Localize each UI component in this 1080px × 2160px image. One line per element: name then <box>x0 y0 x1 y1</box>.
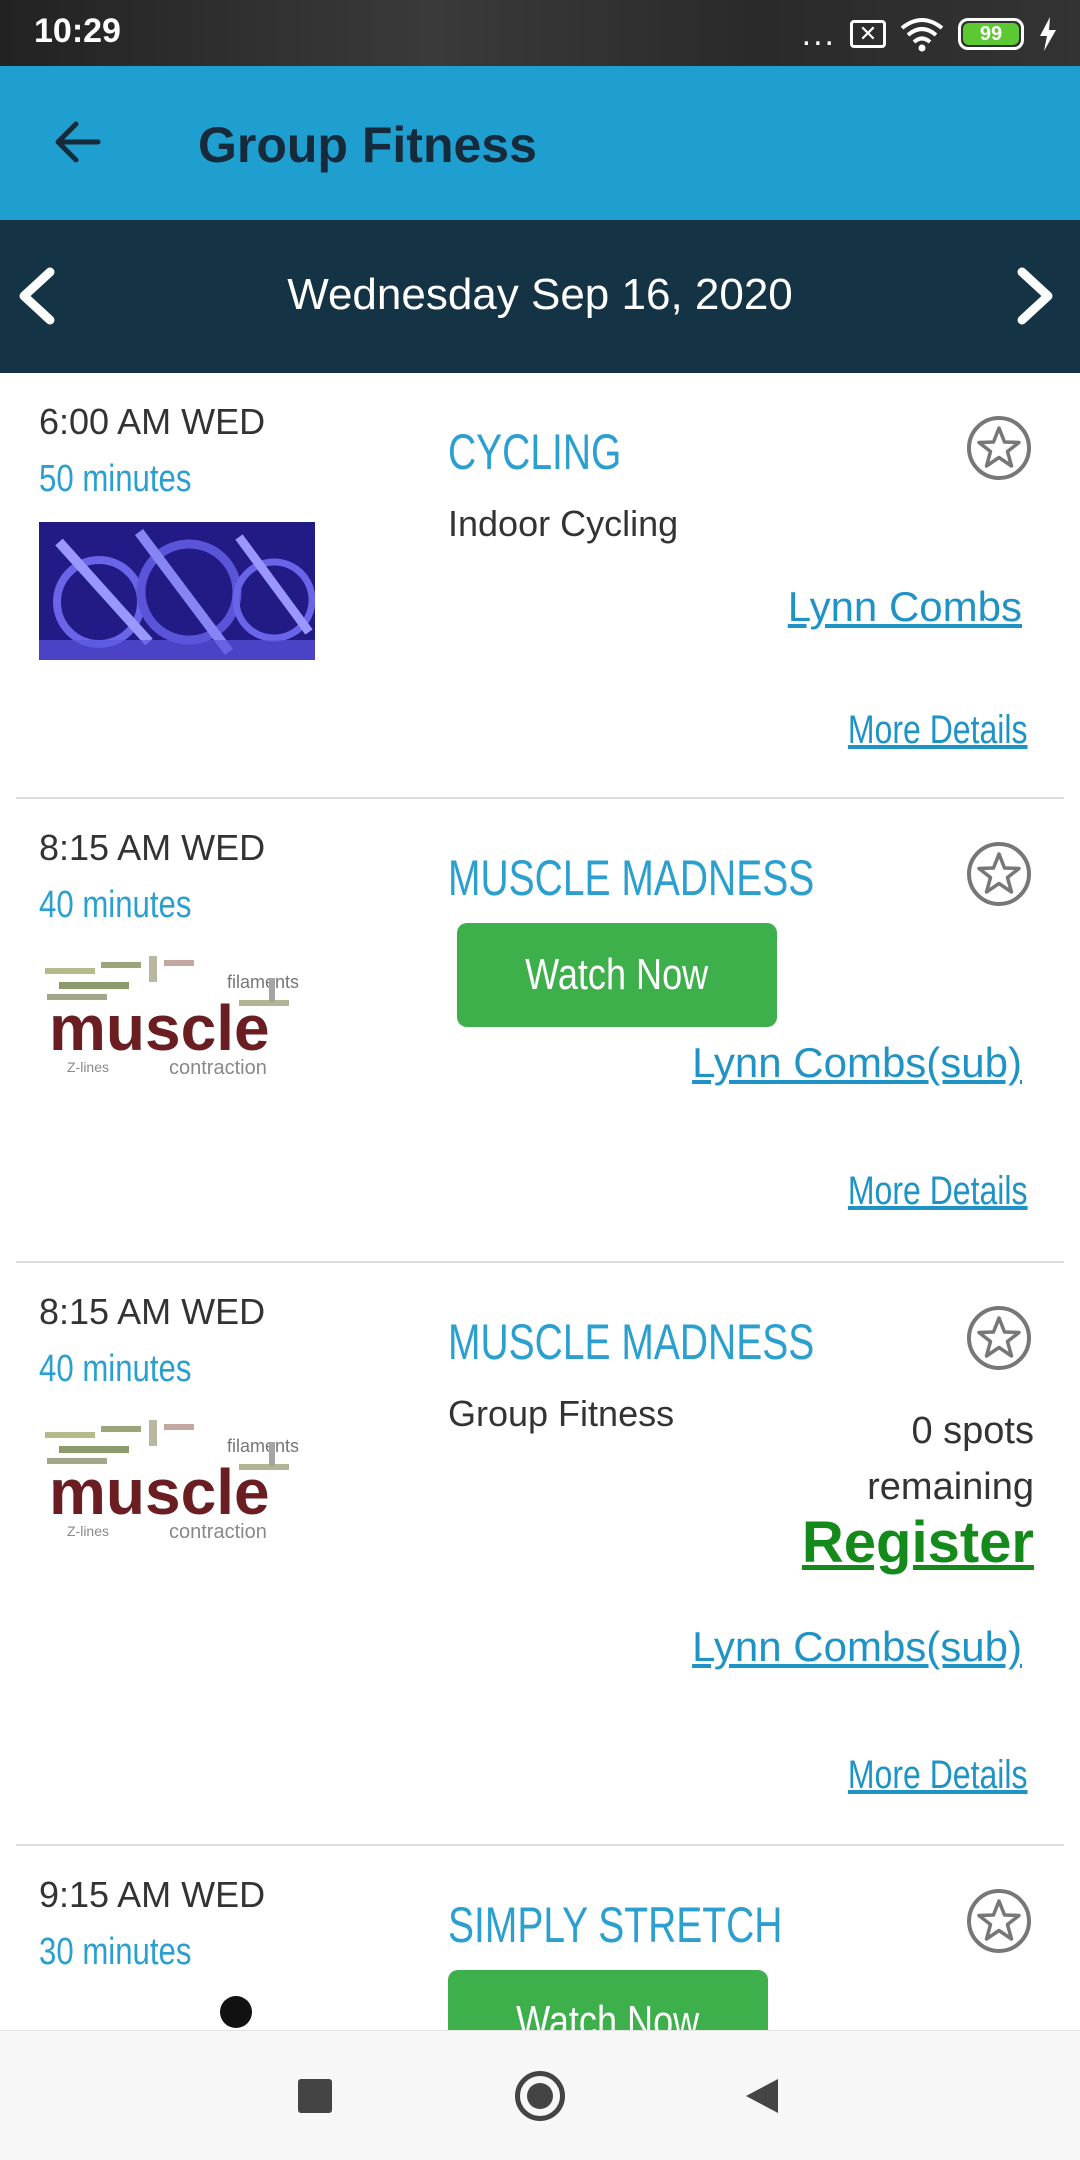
charging-icon <box>1040 17 1056 51</box>
more-details-link[interactable]: More Details <box>848 1753 1028 1798</box>
class-category: Indoor Cycling <box>448 503 679 544</box>
wifi-icon <box>900 18 944 52</box>
watch-now-label: Watch Now <box>525 950 709 999</box>
page-title: Group Fitness <box>198 117 537 173</box>
cycling-bikes-image <box>39 522 315 660</box>
class-duration: 40 minutes <box>39 884 192 926</box>
home-icon[interactable] <box>515 2071 565 2121</box>
star-outline-icon[interactable] <box>966 1888 1032 1954</box>
class-name[interactable]: MUSCLE MADNESS <box>448 849 814 907</box>
star-outline-icon[interactable] <box>966 841 1032 907</box>
class-name[interactable]: CYCLING <box>448 423 621 481</box>
system-nav-bar <box>0 2030 1080 2160</box>
class-thumbnail: filaments muscle contraction Z-lines <box>39 948 315 1086</box>
more-details-link[interactable]: More Details <box>848 708 1028 753</box>
notification-blocked-icon: ✕ <box>850 20 886 48</box>
recent-apps-icon[interactable] <box>298 2079 332 2113</box>
status-dots: ... <box>801 15 836 53</box>
class-category: Group Fitness <box>448 1393 675 1434</box>
thumb-word-filaments: filaments <box>227 972 299 992</box>
thumb-word-zlines: Z-lines <box>67 1059 109 1075</box>
instructor-link[interactable]: Lynn Combs <box>788 583 1022 631</box>
thumb-word-muscle: muscle <box>49 1456 270 1528</box>
star-outline-icon[interactable] <box>966 415 1032 481</box>
class-time: 8:15 AM WED <box>39 827 266 868</box>
class-thumbnail: filaments muscle contraction Z-lines <box>39 1412 315 1550</box>
class-name[interactable]: MUSCLE MADNESS <box>448 1313 814 1371</box>
date-navigator: Wednesday Sep 16, 2020 <box>0 220 1080 373</box>
watch-now-label: Watch Now <box>516 1997 700 2030</box>
class-card: 6:00 AM WED 50 minutes CYCLING Indoor Cy… <box>16 373 1064 799</box>
chevron-right-icon[interactable] <box>1014 266 1058 326</box>
battery-icon: 99 <box>958 18 1024 50</box>
star-outline-icon[interactable] <box>966 1305 1032 1371</box>
thumb-word-zlines: Z-lines <box>67 1523 109 1539</box>
thumb-word-contraction: contraction <box>169 1057 267 1079</box>
class-time: 8:15 AM WED <box>39 1291 266 1332</box>
class-duration: 50 minutes <box>39 458 192 500</box>
muscle-word-cloud-image: filaments muscle contraction Z-lines <box>39 1412 315 1550</box>
spots-remaining: 0 spots remaining <box>774 1403 1034 1515</box>
class-card: 8:15 AM WED 40 minutes filaments muscle … <box>16 799 1064 1263</box>
battery-level: 99 <box>963 23 1019 45</box>
status-bar: 10:29 ... ✕ 99 <box>0 0 1080 66</box>
stretch-figure-image <box>220 1996 252 2028</box>
register-link[interactable]: Register <box>802 1509 1034 1576</box>
thumb-word-filaments: filaments <box>227 1436 299 1456</box>
thumb-word-muscle: muscle <box>49 992 270 1064</box>
class-time: 6:00 AM WED <box>39 401 266 442</box>
watch-now-button[interactable]: Watch Now <box>448 1970 768 2030</box>
class-name[interactable]: SIMPLY STRETCH <box>448 1896 782 1954</box>
spots-count: 0 spots <box>911 1410 1034 1452</box>
spots-remaining-label: remaining <box>867 1466 1034 1508</box>
thumb-word-contraction: contraction <box>169 1521 267 1543</box>
class-card: 9:15 AM WED 30 minutes SIMPLY STRETCH Wa… <box>16 1846 1064 2030</box>
muscle-word-cloud-image: filaments muscle contraction Z-lines <box>39 948 315 1086</box>
class-thumbnail <box>39 522 315 660</box>
class-list[interactable]: 6:00 AM WED 50 minutes CYCLING Indoor Cy… <box>0 373 1080 2030</box>
status-time: 10:29 <box>34 12 121 50</box>
instructor-link[interactable]: Lynn Combs(sub) <box>692 1623 1022 1671</box>
more-details-link[interactable]: More Details <box>848 1169 1028 1214</box>
class-duration: 40 minutes <box>39 1348 192 1390</box>
instructor-link[interactable]: Lynn Combs(sub) <box>692 1039 1022 1087</box>
arrow-left-icon[interactable] <box>48 112 108 172</box>
class-card: 8:15 AM WED 40 minutes filaments muscle … <box>16 1263 1064 1846</box>
status-icons: ... ✕ 99 <box>802 12 1058 56</box>
class-duration: 30 minutes <box>39 1931 192 1973</box>
back-triangle-icon[interactable] <box>744 2077 780 2115</box>
watch-now-button[interactable]: Watch Now <box>457 923 777 1027</box>
app-bar: Group Fitness <box>0 66 1080 220</box>
class-time: 9:15 AM WED <box>39 1874 266 1915</box>
current-date: Wednesday Sep 16, 2020 <box>287 270 793 319</box>
